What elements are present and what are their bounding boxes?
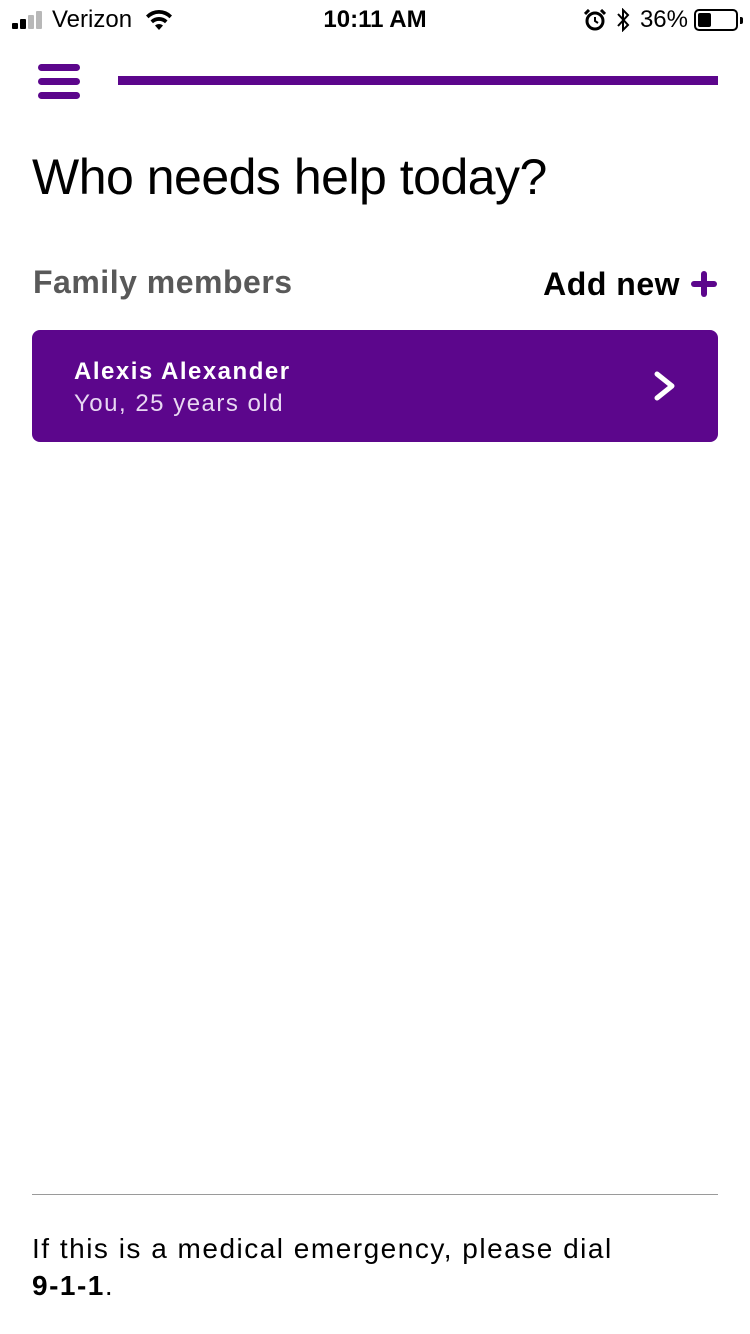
bluetooth-icon: [616, 8, 630, 32]
alarm-icon: [583, 9, 606, 31]
member-name: Alexis Alexander: [74, 358, 291, 385]
emergency-text: If this is a medical emergency, please d…: [32, 1233, 613, 1264]
plus-icon: [691, 271, 717, 297]
page-title: Who needs help today?: [32, 149, 547, 205]
battery-level: [698, 13, 711, 27]
battery-icon: [694, 9, 743, 31]
hamburger-menu-icon[interactable]: [36, 60, 82, 104]
emergency-notice: If this is a medical emergency, please d…: [32, 1230, 722, 1304]
add-new-button[interactable]: Add new: [543, 262, 718, 306]
add-new-label: Add new: [543, 265, 680, 302]
footer-divider: [32, 1194, 718, 1195]
screen: Verizon 10:11 AM 36% Who needs help toda…: [0, 0, 750, 1334]
status-bar: Verizon 10:11 AM 36%: [0, 0, 750, 40]
family-members-label: Family members: [33, 264, 293, 300]
emergency-suffix: .: [104, 1270, 115, 1301]
progress-bar: [118, 76, 718, 85]
progress-fill: [118, 76, 718, 85]
emergency-number[interactable]: 9-1-1: [32, 1270, 105, 1301]
member-subtitle: You, 25 years old: [74, 390, 285, 417]
battery-percent: 36%: [639, 6, 688, 33]
status-bar-right: 36%: [583, 6, 743, 34]
chevron-right-icon: [654, 371, 675, 401]
family-member-card[interactable]: Alexis Alexander You, 25 years old: [32, 330, 718, 442]
